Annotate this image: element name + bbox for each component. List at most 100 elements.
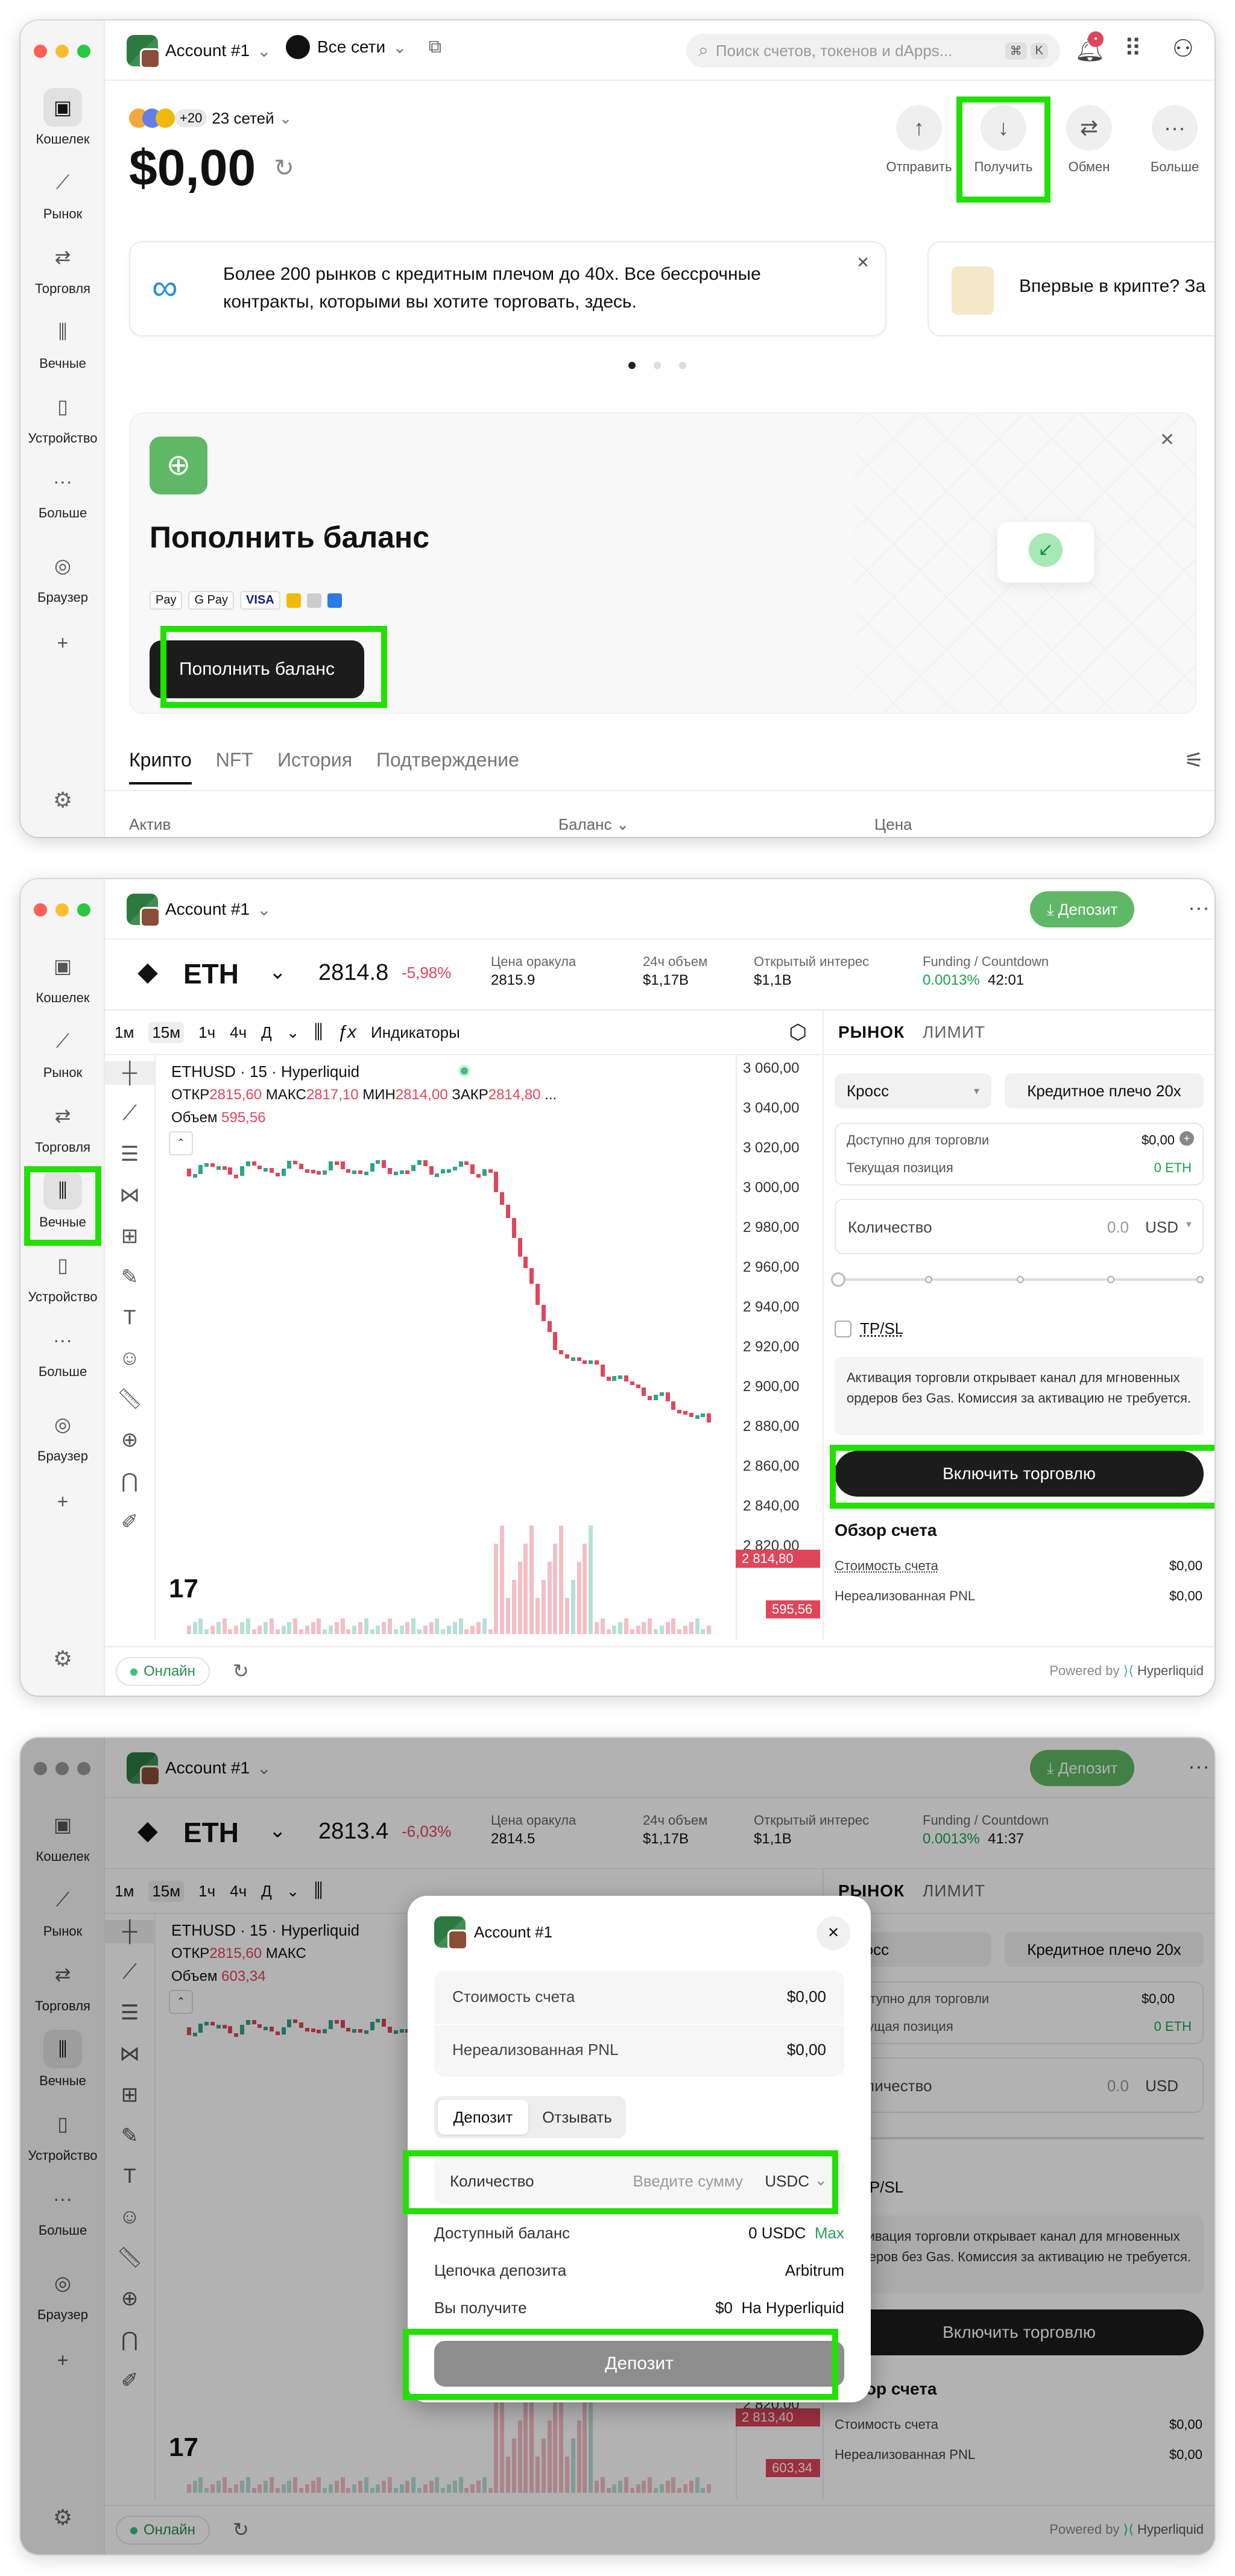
chevron-down-icon[interactable]: ⌄: [269, 960, 286, 984]
enable-trading-button[interactable]: Включить торговлю: [835, 1451, 1204, 1497]
tab-withdraw[interactable]: Отзывать: [532, 2100, 622, 2135]
tf-1h[interactable]: 1ч: [198, 1023, 215, 1042]
sidebar-item-more[interactable]: ··· Больше: [21, 462, 105, 521]
refresh-icon[interactable]: ↻: [233, 1659, 249, 1682]
refresh-icon[interactable]: ↻: [274, 154, 294, 182]
minimize-dot[interactable]: [55, 45, 69, 58]
sidebar-item-more[interactable]: ··· Больше: [21, 1321, 105, 1380]
symbol[interactable]: ETH: [183, 958, 239, 990]
tpsl-toggle[interactable]: TP/SL: [835, 1319, 903, 1338]
emoji-icon[interactable]: ☺: [105, 1346, 154, 1370]
more-button[interactable]: ··· Больше: [1139, 105, 1211, 175]
ruler-icon[interactable]: 📏︎: [105, 1387, 154, 1411]
tab-history[interactable]: История: [277, 749, 352, 784]
network-selector[interactable]: Все сети ⌄ ⧉: [286, 35, 441, 59]
sidebar-item-trade[interactable]: ⇄ Торговля: [21, 1096, 105, 1155]
receive-button[interactable]: ↓ Получить: [967, 105, 1040, 175]
price-chart[interactable]: ETHUSD · 15 · Hyperliquid ОТКР2815,60 МА…: [157, 1055, 820, 1640]
close-icon[interactable]: ✕: [816, 1916, 850, 1950]
header-balance[interactable]: Баланс ⌄: [558, 815, 630, 834]
deposit-header-button[interactable]: ⤓ Депозит: [1030, 891, 1135, 927]
projection-icon[interactable]: ⊞: [105, 1224, 154, 1248]
chain-summary[interactable]: +20 23 сетей ⌄: [129, 109, 292, 128]
crosshair-icon[interactable]: ┼: [105, 1061, 154, 1085]
collapse-icon[interactable]: ⌃: [169, 1131, 193, 1155]
close-icon[interactable]: ✕: [1160, 429, 1175, 450]
candle: [447, 1169, 451, 1173]
sidebar-item-wallet[interactable]: ▣ Кошелек: [21, 88, 105, 147]
deposit-button[interactable]: Пополнить баланс: [150, 640, 364, 698]
add-icon[interactable]: +: [21, 1482, 105, 1526]
tab-approvals[interactable]: Подтверждение: [376, 749, 519, 784]
volume-bar: [529, 1526, 534, 1634]
tab-limit[interactable]: ЛИМИТ: [923, 1023, 985, 1042]
line-icon[interactable]: ⟋: [105, 1102, 154, 1125]
account-selector[interactable]: Account #1 ⌄: [127, 35, 271, 69]
settings-icon[interactable]: ⚙: [21, 1646, 105, 1672]
send-button[interactable]: ↑ Отправить: [883, 105, 955, 175]
sidebar-item-market[interactable]: ⟋ Рынок: [21, 163, 105, 222]
candles-icon[interactable]: ⫼: [314, 1021, 323, 1044]
fx-icon[interactable]: ƒx: [337, 1022, 356, 1043]
tab-nft[interactable]: NFT: [216, 749, 253, 784]
pattern-icon[interactable]: ⋈: [105, 1183, 154, 1207]
volume-bar: [701, 1629, 706, 1634]
zoom-icon[interactable]: ⊕: [105, 1428, 154, 1452]
magnet-icon[interactable]: ⋂: [105, 1469, 154, 1493]
sidebar-item-browser[interactable]: ◎ Браузер: [21, 1405, 105, 1464]
bell-icon[interactable]: 🔔︎ •: [1075, 31, 1105, 63]
tf-1m[interactable]: 1м: [115, 1023, 134, 1042]
tab-crypto[interactable]: Крипто: [129, 749, 192, 784]
sidebar-item-device[interactable]: ▯ Устройство: [21, 1246, 105, 1305]
chevron-down-icon[interactable]: ⌄: [286, 1023, 300, 1042]
swap-button[interactable]: ⇄ Обмен: [1053, 105, 1125, 175]
tf-15m[interactable]: 15м: [148, 1021, 185, 1043]
margin-mode-select[interactable]: Кросс ▾: [835, 1073, 991, 1108]
quantity-input[interactable]: Количество 0.0 USD ▾: [835, 1199, 1204, 1254]
volume-bar: [346, 1629, 351, 1634]
tf-4h[interactable]: 4ч: [230, 1023, 247, 1042]
add-icon[interactable]: +: [21, 623, 105, 667]
brush-icon[interactable]: ✎: [105, 1265, 154, 1289]
search-input[interactable]: ⌕ Поиск счетов, токенов и dApps... ⌘ K: [686, 34, 1060, 68]
close-dot[interactable]: [34, 903, 47, 917]
sidebar-item-perps[interactable]: ⫼ Вечные: [21, 1171, 105, 1230]
maximize-dot[interactable]: [77, 45, 90, 58]
close-icon[interactable]: ✕: [856, 253, 870, 272]
lock-icon[interactable]: ✐: [105, 1510, 154, 1534]
account-selector[interactable]: Account #1 ⌄: [127, 894, 271, 927]
tab-deposit[interactable]: Депозит: [438, 2100, 528, 2135]
volume-bar: [245, 1618, 250, 1634]
deposit-amount-input[interactable]: Количество Введите сумму USDC ⌄: [434, 2156, 844, 2205]
leverage-button[interactable]: Кредитное плечо 20x: [1005, 1073, 1204, 1108]
sidebar-item-browser[interactable]: ◎ Браузер: [21, 546, 105, 605]
promo-card-2[interactable]: Впервые в крипте? За: [927, 241, 1214, 336]
add-icon[interactable]: +: [1180, 1131, 1194, 1146]
minimize-dot[interactable]: [55, 903, 69, 917]
tab-market[interactable]: РЫНОК: [838, 1023, 905, 1042]
promo-card[interactable]: ∞ Более 200 рынков с кредитным плечом до…: [129, 241, 886, 336]
slider-handle[interactable]: [831, 1272, 845, 1287]
apps-grid-icon[interactable]: ⠿: [1124, 35, 1142, 63]
max-button[interactable]: Max: [815, 2224, 844, 2242]
text-icon[interactable]: T: [105, 1306, 154, 1330]
dots-icon[interactable]: ···: [1188, 895, 1210, 920]
indicators-button[interactable]: Индикаторы: [371, 1023, 460, 1042]
candles-icon: ⫼: [43, 1171, 82, 1210]
sidebar-item-wallet[interactable]: ▣ Кошелек: [21, 947, 105, 1006]
sidebar-item-trade[interactable]: ⇄ Торговля: [21, 238, 105, 297]
sidebar-item-perps[interactable]: ⫼ Вечные: [21, 312, 105, 371]
fib-icon[interactable]: ☰: [105, 1142, 154, 1166]
deposit-submit-button[interactable]: Депозит: [434, 2341, 844, 2387]
maximize-dot[interactable]: [77, 903, 90, 917]
tf-1d[interactable]: Д: [261, 1023, 272, 1042]
sidebar-item-market[interactable]: ⟋ Рынок: [21, 1021, 105, 1081]
user-icon[interactable]: ⚇: [1172, 35, 1194, 63]
filter-icon[interactable]: ⚟: [1184, 748, 1204, 773]
chevron-down-icon[interactable]: ⌄: [814, 2171, 827, 2189]
sidebar-item-device[interactable]: ▯ Устройство: [21, 387, 105, 446]
settings-hex-icon[interactable]: ⬡: [789, 1020, 807, 1044]
settings-icon[interactable]: ⚙: [21, 788, 105, 813]
close-dot[interactable]: [34, 45, 47, 58]
copy-icon[interactable]: ⧉: [429, 37, 441, 57]
